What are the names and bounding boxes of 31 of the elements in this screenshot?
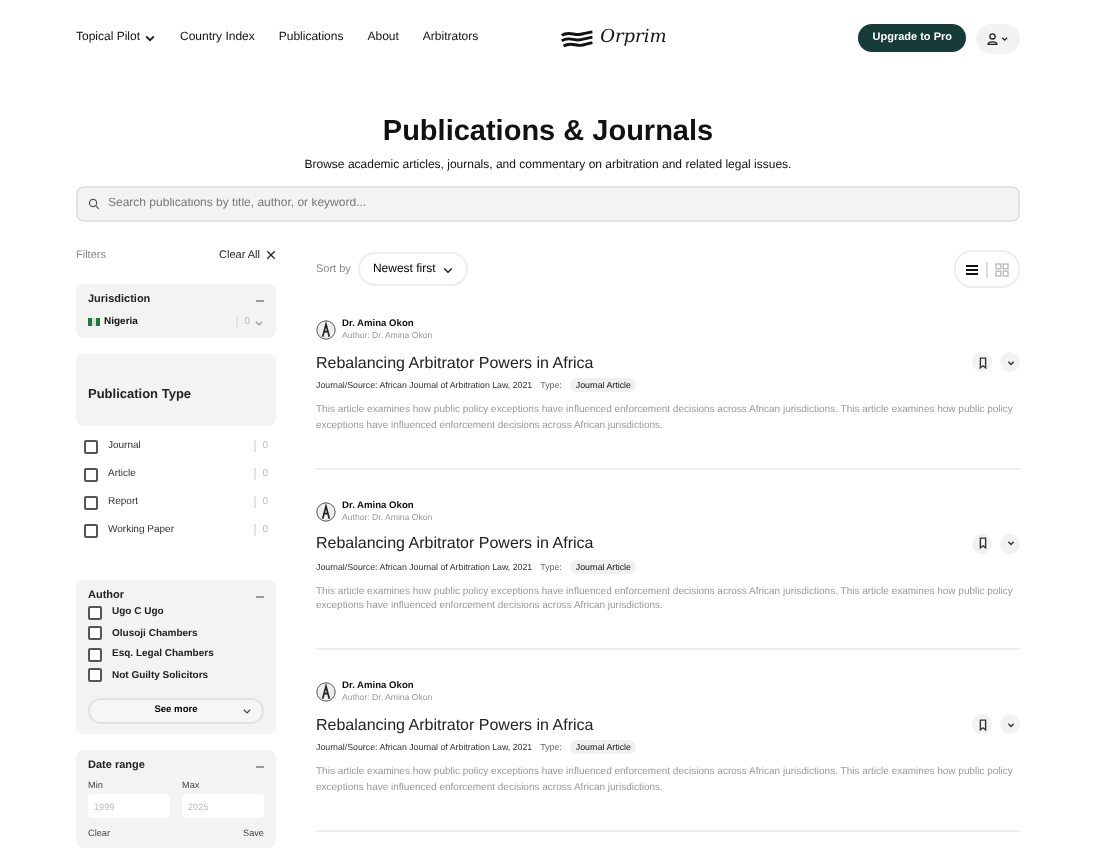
user-menu-button[interactable] [976, 23, 1020, 53]
expand-icon[interactable] [1000, 714, 1020, 734]
logo-wordmark[interactable]: Orprim [600, 28, 667, 48]
checkbox[interactable] [88, 668, 102, 683]
expand-icon[interactable] [1000, 533, 1020, 553]
checkbox[interactable] [84, 523, 98, 537]
article-title[interactable]: Rebalancing Arbitrator Powers in Africa [316, 353, 964, 371]
close-icon[interactable] [266, 250, 276, 260]
chevron-down-icon[interactable] [144, 32, 157, 44]
expand-icon[interactable] [1000, 352, 1020, 372]
checkbox[interactable] [88, 647, 102, 662]
article-title[interactable]: Rebalancing Arbitrator Powers in Africa [316, 534, 964, 552]
checkbox[interactable] [84, 495, 98, 509]
page-title: Publications & Journals [380, 116, 716, 148]
list-view-icon[interactable] [964, 261, 980, 277]
chevron-down-icon[interactable] [441, 263, 454, 275]
checkbox[interactable] [84, 467, 98, 481]
chevron-down-icon[interactable] [242, 706, 252, 716]
avatar-icon [316, 501, 336, 521]
avatar-icon [316, 320, 336, 340]
user-icon[interactable] [985, 31, 1011, 45]
flag-icon [88, 318, 100, 326]
article-title[interactable]: Rebalancing Arbitrator Powers in Africa [316, 715, 964, 733]
bookmark-icon[interactable] [972, 533, 992, 553]
checkbox[interactable] [88, 626, 102, 641]
bookmark-icon[interactable] [972, 714, 992, 734]
checkbox[interactable] [88, 605, 102, 620]
wave-logo-icon [560, 29, 597, 47]
bookmark-icon[interactable] [972, 352, 992, 372]
checkbox[interactable] [84, 439, 98, 453]
avatar-icon [316, 682, 336, 702]
